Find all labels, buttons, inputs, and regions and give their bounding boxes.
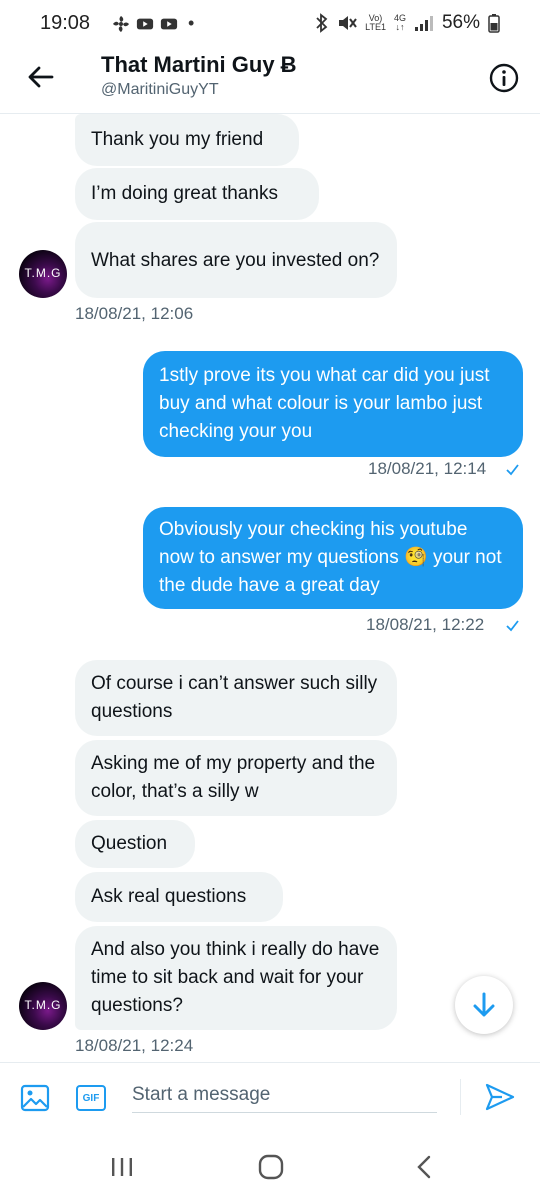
message-incoming[interactable]: And also you think i really do have time… — [75, 926, 397, 1030]
message-timestamp: 18/08/21, 12:14 — [368, 459, 487, 478]
youtube-icon-2 — [160, 18, 178, 29]
message-incoming[interactable]: Of course i can’t answer such silly ques… — [75, 660, 397, 736]
signal-icon — [414, 16, 433, 31]
mute-icon — [339, 16, 357, 30]
avatar[interactable]: T.M.G — [19, 250, 67, 298]
message-incoming[interactable]: Thank you my friend — [75, 114, 299, 166]
status-left-icons: • — [112, 13, 194, 34]
status-bar: 19:08 • Vo) LTE1 4G ↓↑ 56% — [0, 0, 540, 46]
battery-percent: 56% — [441, 12, 480, 33]
send-icon[interactable] — [484, 1081, 516, 1113]
composer-divider — [460, 1079, 461, 1115]
read-check-icon — [506, 464, 519, 476]
conversation-title[interactable]: That Martini Guy Ƀ — [101, 52, 297, 78]
scroll-down-arrow-icon — [473, 992, 495, 1017]
conversation-header: That Martini Guy Ƀ @MaritiniGuyYT — [0, 46, 540, 114]
pinwheel-icon — [113, 15, 129, 32]
avatar[interactable]: T.M.G — [19, 982, 67, 1030]
network-gen: 4G ↓↑ — [393, 13, 406, 32]
status-right-icons: Vo) LTE1 4G ↓↑ 56% — [315, 12, 500, 34]
message-timestamp: 18/08/21, 12:22 — [366, 615, 485, 634]
bluetooth-icon — [316, 13, 328, 33]
home-icon[interactable] — [258, 1154, 284, 1180]
read-check-icon — [506, 620, 519, 632]
back-arrow-icon[interactable] — [24, 60, 58, 94]
message-incoming[interactable]: Asking me of my property and the color, … — [75, 740, 397, 816]
battery-icon — [488, 14, 500, 33]
status-dot: • — [188, 13, 195, 33]
network-label: Vo) LTE1 — [365, 13, 386, 32]
message-outgoing[interactable]: Obviously your checking his youtube now … — [143, 507, 523, 609]
conversation-handle[interactable]: @MaritiniGuyYT — [101, 81, 219, 99]
android-navigation-bar — [0, 1134, 540, 1200]
message-composer: GIF — [0, 1062, 540, 1132]
info-icon[interactable] — [488, 62, 520, 94]
message-incoming[interactable]: Question — [75, 820, 195, 868]
image-icon[interactable] — [20, 1083, 50, 1113]
nav-back-icon[interactable] — [414, 1155, 434, 1179]
scroll-to-bottom-button[interactable] — [455, 976, 513, 1034]
recent-apps-icon[interactable] — [110, 1156, 134, 1178]
youtube-icon — [136, 18, 154, 29]
gif-button[interactable]: GIF — [76, 1085, 106, 1111]
status-time: 19:08 — [40, 12, 91, 34]
message-timestamp: 18/08/21, 12:24 — [75, 1036, 194, 1055]
message-incoming[interactable]: I’m doing great thanks — [75, 168, 319, 220]
message-input[interactable] — [132, 1077, 437, 1113]
message-outgoing[interactable]: 1stly prove its you what car did you jus… — [143, 351, 523, 457]
message-incoming[interactable]: What shares are you invested on? — [75, 222, 397, 298]
message-timestamp: 18/08/21, 12:06 — [75, 304, 194, 323]
message-incoming[interactable]: Ask real questions — [75, 872, 283, 922]
